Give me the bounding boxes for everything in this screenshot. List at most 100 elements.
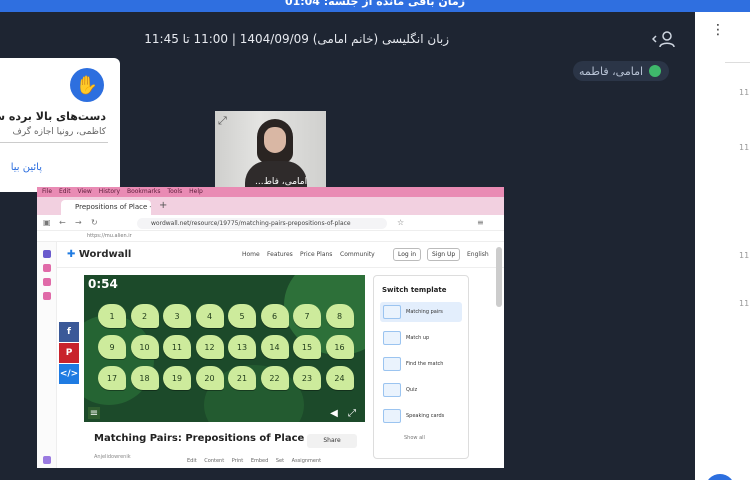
menu-help[interactable]: Help xyxy=(189,188,203,195)
signup-button[interactable]: Sign Up xyxy=(427,248,461,261)
template-quiz[interactable]: Quiz xyxy=(380,380,462,400)
menu-tools[interactable]: Tools xyxy=(167,188,182,195)
embed-icon[interactable]: </> xyxy=(59,364,79,384)
game-tile[interactable]: 5 xyxy=(228,304,256,328)
browser-tabbar: Prepositions of Place - Ma + xyxy=(37,197,504,215)
game-tile[interactable]: 12 xyxy=(195,335,224,359)
reload-icon[interactable]: ↻ xyxy=(91,218,98,227)
sidebar-tabs-icon[interactable] xyxy=(43,292,51,300)
participants-icon[interactable] xyxy=(651,30,676,48)
game-tile[interactable]: 3 xyxy=(163,304,191,328)
game-tile[interactable]: 15 xyxy=(293,335,321,359)
activity-actions[interactable]: Edit Content Print Embed Set Assignment xyxy=(187,458,321,464)
chat-timestamp: 11 xyxy=(739,143,750,152)
game-tile[interactable]: 18 xyxy=(130,366,159,390)
switch-template-title: Switch template xyxy=(382,286,447,294)
sidebar-bookmark-icon[interactable] xyxy=(43,264,51,272)
nav-features[interactable]: Features xyxy=(267,251,293,258)
game-tile[interactable]: 1 xyxy=(98,304,126,328)
pinterest-icon[interactable]: P xyxy=(59,343,79,363)
language-select[interactable]: English xyxy=(467,251,489,258)
template-find-the-match[interactable]: Find the match xyxy=(380,354,462,374)
wordwall-logo-text: Wordwall xyxy=(78,249,132,260)
raised-hands-notification: ✋ دست‌های بالا برده ش کاظمی، رونیا اجازه… xyxy=(0,58,120,192)
expand-icon[interactable]: ⤢ xyxy=(218,114,232,128)
game-tile[interactable]: 13 xyxy=(228,335,256,359)
sidebar-settings-icon[interactable] xyxy=(43,456,51,464)
nav-home[interactable]: Home xyxy=(242,251,260,258)
webcam-name: امامی، فاط... xyxy=(255,177,308,187)
game-tile[interactable]: 14 xyxy=(260,335,289,359)
menu-icon[interactable]: ≡ xyxy=(88,407,100,419)
game-tile[interactable]: 22 xyxy=(260,366,289,390)
game-tile[interactable]: 21 xyxy=(228,366,256,390)
sidebar-ai-icon[interactable] xyxy=(43,250,51,258)
game-tile[interactable]: 6 xyxy=(260,304,289,328)
game-tile[interactable]: 17 xyxy=(98,366,126,390)
switch-template-panel: Switch template Matching pairs Match up … xyxy=(373,275,469,459)
game-tile[interactable]: 7 xyxy=(293,304,321,328)
speaking-indicator-icon xyxy=(649,65,662,77)
chat-timestamp: 11 xyxy=(739,88,750,97)
login-button[interactable]: Log in xyxy=(393,248,422,261)
jungle-leaf xyxy=(84,315,154,405)
template-speaking-cards[interactable]: Speaking cards xyxy=(380,406,462,426)
game-tile[interactable]: 2 xyxy=(130,304,159,328)
game-canvas[interactable]: 0:54 1 2 3 4 5 6 7 8 9 10 11 12 13 14 15 16 17 18 19 20 21 22… xyxy=(84,275,365,422)
menu-edit[interactable]: Edit xyxy=(59,188,71,195)
share-button[interactable]: Share xyxy=(307,434,357,448)
back-icon[interactable]: ← xyxy=(59,218,66,227)
more-options-icon[interactable]: ⋮ xyxy=(711,22,725,38)
lower-hand-link[interactable]: پائین بیا xyxy=(11,162,42,173)
fullscreen-icon[interactable]: ⤢ xyxy=(346,407,358,419)
activity-author[interactable]: Anjelidowrenik xyxy=(94,454,131,460)
game-tile[interactable]: 19 xyxy=(163,366,191,390)
active-speaker-chip: امامی، فاطمه xyxy=(573,61,670,81)
find-the-match-icon xyxy=(383,357,401,371)
sidebar-history-icon[interactable] xyxy=(43,278,51,286)
browser-menu-icon[interactable]: ≡ xyxy=(477,218,484,227)
new-tab-icon[interactable]: + xyxy=(159,200,167,211)
bookmark-item[interactable]: https://mu.alien.ir xyxy=(87,233,132,239)
menu-file[interactable]: File xyxy=(42,188,52,195)
chat-timestamp: 11 xyxy=(739,251,750,260)
browser-tab[interactable]: Prepositions of Place - Ma xyxy=(61,200,151,215)
game-tile[interactable]: 9 xyxy=(98,335,126,359)
game-tile[interactable]: 16 xyxy=(325,335,354,359)
star-icon[interactable]: ☆ xyxy=(397,218,404,227)
show-all-link[interactable]: Show all xyxy=(404,435,425,441)
chat-compose-button[interactable] xyxy=(705,474,735,480)
forward-icon[interactable]: → xyxy=(75,218,82,227)
menu-view[interactable]: View xyxy=(78,188,92,195)
menu-history[interactable]: History xyxy=(99,188,120,195)
nav-price-plans[interactable]: Price Plans xyxy=(300,251,332,258)
nav-community[interactable]: Community xyxy=(340,251,375,258)
game-tile[interactable]: 24 xyxy=(325,366,354,390)
webcam-face xyxy=(264,127,286,153)
template-matching-pairs[interactable]: Matching pairs xyxy=(380,302,462,322)
sidebar-toggle-icon[interactable]: ▣ xyxy=(43,218,51,227)
menu-bookmarks[interactable]: Bookmarks xyxy=(127,188,161,195)
game-tile[interactable]: 20 xyxy=(195,366,224,390)
match-up-icon xyxy=(383,331,401,345)
page-scrollbar[interactable] xyxy=(496,247,502,307)
wordwall-logo[interactable]: ✚ Wordwall xyxy=(67,249,131,260)
address-bar-row: ▣ ← → ↻ wordwall.net/resource/19775/matc… xyxy=(37,215,504,231)
notification-title: دست‌های بالا برده ش xyxy=(0,110,106,123)
raised-hand-icon: ✋ xyxy=(70,68,104,102)
browser-sidebar xyxy=(37,242,57,468)
webcam-tile[interactable]: ⤢ امامی، فاط... xyxy=(215,111,326,196)
activity-title: Matching Pairs: Prepositions of Place xyxy=(94,433,305,444)
template-match-up[interactable]: Match up xyxy=(380,328,462,348)
game-tile[interactable]: 23 xyxy=(293,366,321,390)
sound-icon[interactable]: ◀ xyxy=(328,407,340,419)
game-tile[interactable]: 8 xyxy=(325,304,354,328)
facebook-icon[interactable]: f xyxy=(59,322,79,342)
chat-panel: ⋮ 11 11 11 11 xyxy=(695,12,750,480)
game-tile[interactable]: 10 xyxy=(130,335,159,359)
game-tile[interactable]: 4 xyxy=(195,304,224,328)
url-field[interactable]: wordwall.net/resource/19775/matching-pai… xyxy=(137,218,387,229)
session-timer-text: زمان باقی مانده از جلسه: 01:04 xyxy=(284,0,466,8)
game-tile[interactable]: 11 xyxy=(163,335,191,359)
social-share-column: f P </> xyxy=(59,322,79,385)
